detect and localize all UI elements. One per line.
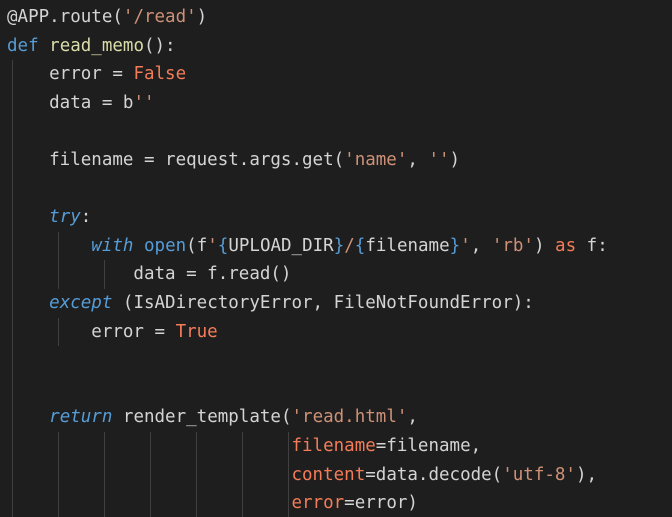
code-token-punc: ,: [470, 235, 492, 256]
code-token-const: True: [175, 321, 218, 342]
code-token-str: 'name': [344, 150, 408, 170]
code-token-punc: :: [80, 207, 92, 228]
code-token-str: 'rb': [491, 235, 534, 256]
code-token-deco: @APP.route(: [7, 7, 123, 27]
code-token-punc: ,: [407, 150, 429, 170]
code-token-ctrl: with: [91, 235, 134, 256]
code-line[interactable]: filename=filename,: [7, 432, 481, 461]
code-token-str: '/read': [122, 7, 197, 27]
code-line[interactable]: error = True: [7, 318, 218, 347]
code-token-punc: ): [449, 150, 461, 170]
code-token-const: False: [133, 64, 187, 85]
code-token-plain: data = b: [7, 92, 134, 113]
code-line[interactable]: data = b'': [7, 89, 155, 118]
code-token-punc: ),: [575, 464, 598, 485]
code-token-str: /: [344, 235, 355, 256]
code-token-plain: error =: [7, 64, 134, 85]
code-token-plain: (IsADirectoryError, FileNotFoundError):: [112, 293, 534, 313]
code-token-str: ': [460, 235, 471, 256]
code-token-punc: ,: [407, 407, 418, 428]
code-line[interactable]: try:: [7, 203, 91, 232]
code-token-plain: UPLOAD_DIR: [228, 235, 334, 256]
code-token-const: as: [555, 235, 577, 256]
code-line[interactable]: @APP.route('/read'): [7, 3, 207, 32]
code-token-plain: =filename,: [375, 436, 482, 456]
code-line[interactable]: data = f.read(): [7, 260, 291, 289]
code-line[interactable]: error = False: [7, 60, 186, 89]
code-token-kwarg: content: [291, 464, 366, 485]
code-line[interactable]: except (IsADirectoryError, FileNotFoundE…: [7, 289, 534, 318]
code-token-fn: read_memo: [49, 35, 144, 56]
code-token-plain: render_template(: [112, 407, 292, 428]
code-line[interactable]: return render_template('read.html',: [7, 403, 418, 432]
code-token-brace: {: [217, 235, 229, 256]
code-line[interactable]: content=data.decode('utf-8'),: [7, 461, 597, 490]
code-token-kw: open: [144, 235, 187, 256]
code-token-str: 'utf-8': [502, 464, 576, 485]
code-token-kwarg: error: [291, 493, 345, 514]
code-line[interactable]: error=error): [7, 489, 418, 517]
code-token-str: ': [207, 235, 218, 256]
code-token-plain: filename: [365, 235, 450, 256]
code-token-punc: ): [533, 235, 556, 256]
code-line[interactable]: filename = request.args.get('name', ''): [7, 146, 460, 175]
code-token-punc: (: [186, 235, 197, 256]
code-editor[interactable]: @APP.route('/read') def read_memo(): erro…: [0, 0, 672, 517]
code-line[interactable]: with open(f'{UPLOAD_DIR}/{filename}', 'r…: [7, 232, 608, 261]
code-token-str: '': [133, 92, 155, 113]
code-token-brace: }: [333, 235, 345, 256]
code-token-brace: {: [354, 235, 366, 256]
code-token-str: '': [428, 150, 450, 170]
code-token-plain: error =: [7, 321, 176, 342]
code-token-plain: f: [196, 235, 208, 256]
code-token-brace: }: [449, 235, 461, 256]
code-token-punc: ():: [143, 35, 176, 56]
code-token-kwarg: filename: [291, 436, 376, 456]
code-token-punc: ): [196, 7, 208, 27]
code-token-plain: data = f.read(): [7, 264, 292, 285]
code-token-plain: filename = request.args.get(: [7, 150, 345, 170]
code-token-ctrl: return: [49, 407, 113, 428]
code-token-ctrl: except: [49, 293, 113, 313]
code-token-plain: f:: [576, 235, 608, 256]
code-token-plain: =data.decode(: [365, 464, 503, 485]
code-line[interactable]: def read_memo():: [7, 32, 176, 61]
code-token-plain: =error): [344, 493, 418, 514]
code-token-kw: def: [7, 35, 39, 56]
code-token-ctrl: try: [49, 207, 81, 228]
code-token-str: 'read.html': [291, 407, 408, 428]
